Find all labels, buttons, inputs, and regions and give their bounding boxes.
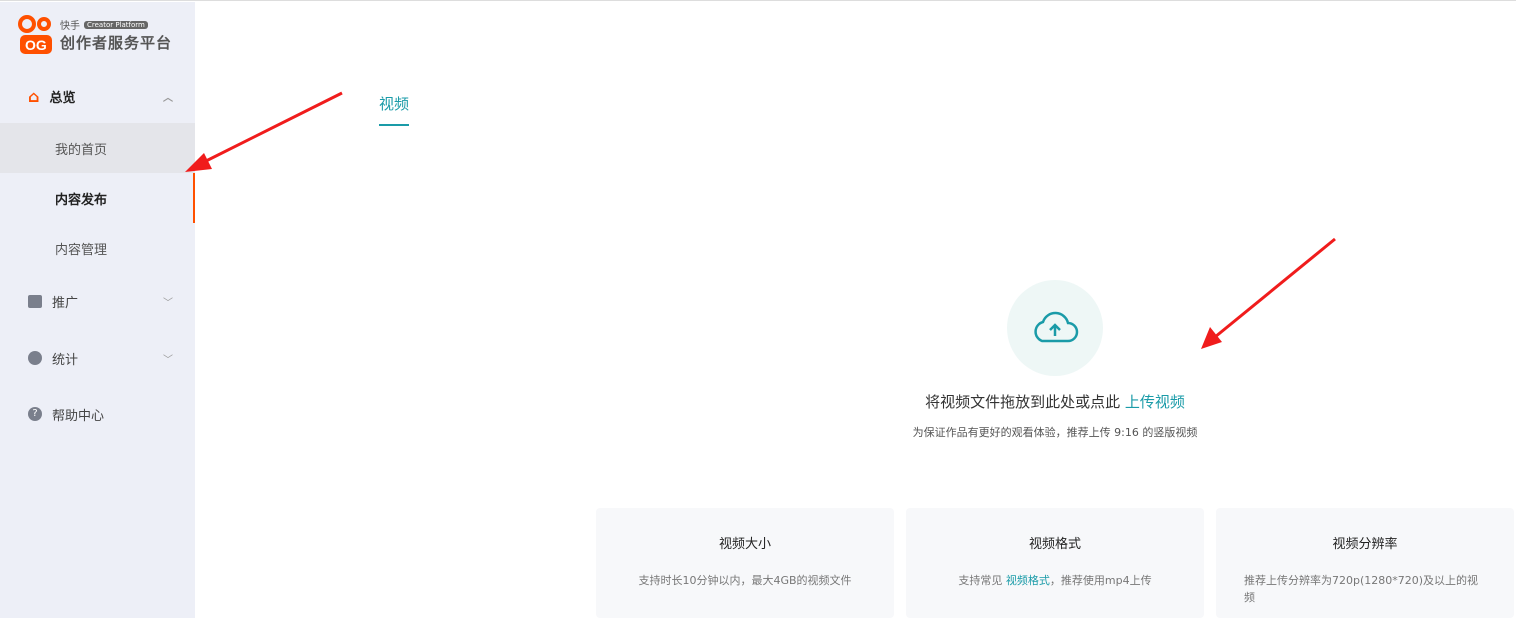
nav-overview-label: 总览 [49, 90, 76, 106]
card-desc: 支持常见 视频格式，推荐使用mp4上传 [906, 572, 1204, 589]
upload-video-link[interactable]: 上传视频 [1125, 393, 1185, 411]
card-video-resolution: 视频分辨率 推荐上传分辨率为720p(1280*720)及以上的视频 [1216, 508, 1514, 618]
card-desc-pre: 支持常见 [958, 574, 1006, 587]
logo[interactable]: OG 快手 Creator Platform 创作者服务平台 [18, 14, 172, 56]
card-video-format: 视频格式 支持常见 视频格式，推荐使用mp4上传 [906, 508, 1204, 618]
nav-promote[interactable]: 推广 ﹀ [0, 281, 195, 321]
nav-stats-label: 统计 [52, 352, 79, 368]
sidebar-item-manage[interactable]: 内容管理 [0, 223, 195, 273]
upload-prompt: 将视频文件拖放到此处或点此 上传视频 [0, 391, 1516, 412]
chevron-up-icon: ︿ [163, 92, 173, 104]
bar-chart-icon [28, 294, 42, 308]
card-title: 视频格式 [1028, 537, 1081, 552]
red-arrow-icon [1201, 237, 1336, 349]
card-desc: 推荐上传分辨率为720p(1280*720)及以上的视频 [1244, 574, 1479, 604]
nav-overview[interactable]: ⌂ 总览 ︿ [0, 76, 195, 116]
cloud-upload-icon [1034, 311, 1079, 343]
red-arrow-icon [185, 91, 343, 172]
svg-text:OG: OG [25, 37, 47, 53]
home-icon: ⌂ [28, 86, 40, 106]
logo-brand: 快手 [60, 21, 80, 32]
video-format-link[interactable]: 视频格式 [1006, 574, 1050, 587]
chevron-down-icon: ﹀ [163, 297, 173, 309]
nav-stats[interactable]: 统计 ﹀ [0, 338, 195, 378]
upload-prompt-text: 将视频文件拖放到此处或点此 [925, 393, 1121, 411]
card-desc: 支持时长10分钟以内，最大4GB的视频文件 [638, 574, 852, 587]
upload-button[interactable] [1007, 280, 1103, 376]
kuaishou-logo-icon: OG [18, 15, 52, 54]
card-desc-post: ，推荐使用mp4上传 [1049, 574, 1152, 587]
tab-video[interactable]: 视频 [379, 93, 410, 126]
card-title: 视频大小 [718, 537, 771, 552]
logo-badge: Creator Platform [84, 20, 148, 29]
chevron-down-icon: ﹀ [163, 354, 173, 366]
card-title: 视频分辨率 [1332, 537, 1398, 552]
upload-hint: 为保证作品有更好的观看体验，推荐上传 9:16 的竖版视频 [912, 426, 1198, 439]
card-video-size: 视频大小 支持时长10分钟以内，最大4GB的视频文件 [596, 508, 894, 618]
sidebar: OG 快手 Creator Platform 创作者服务平台 ⌂ 总览 ︿ 我的首… [0, 2, 195, 618]
logo-title: 创作者服务平台 [60, 34, 173, 52]
nav-promote-label: 推广 [52, 295, 79, 311]
sidebar-item-home[interactable]: 我的首页 [0, 123, 195, 173]
pie-chart-icon [28, 351, 42, 365]
sidebar-item-publish[interactable]: 内容发布 [0, 173, 195, 223]
